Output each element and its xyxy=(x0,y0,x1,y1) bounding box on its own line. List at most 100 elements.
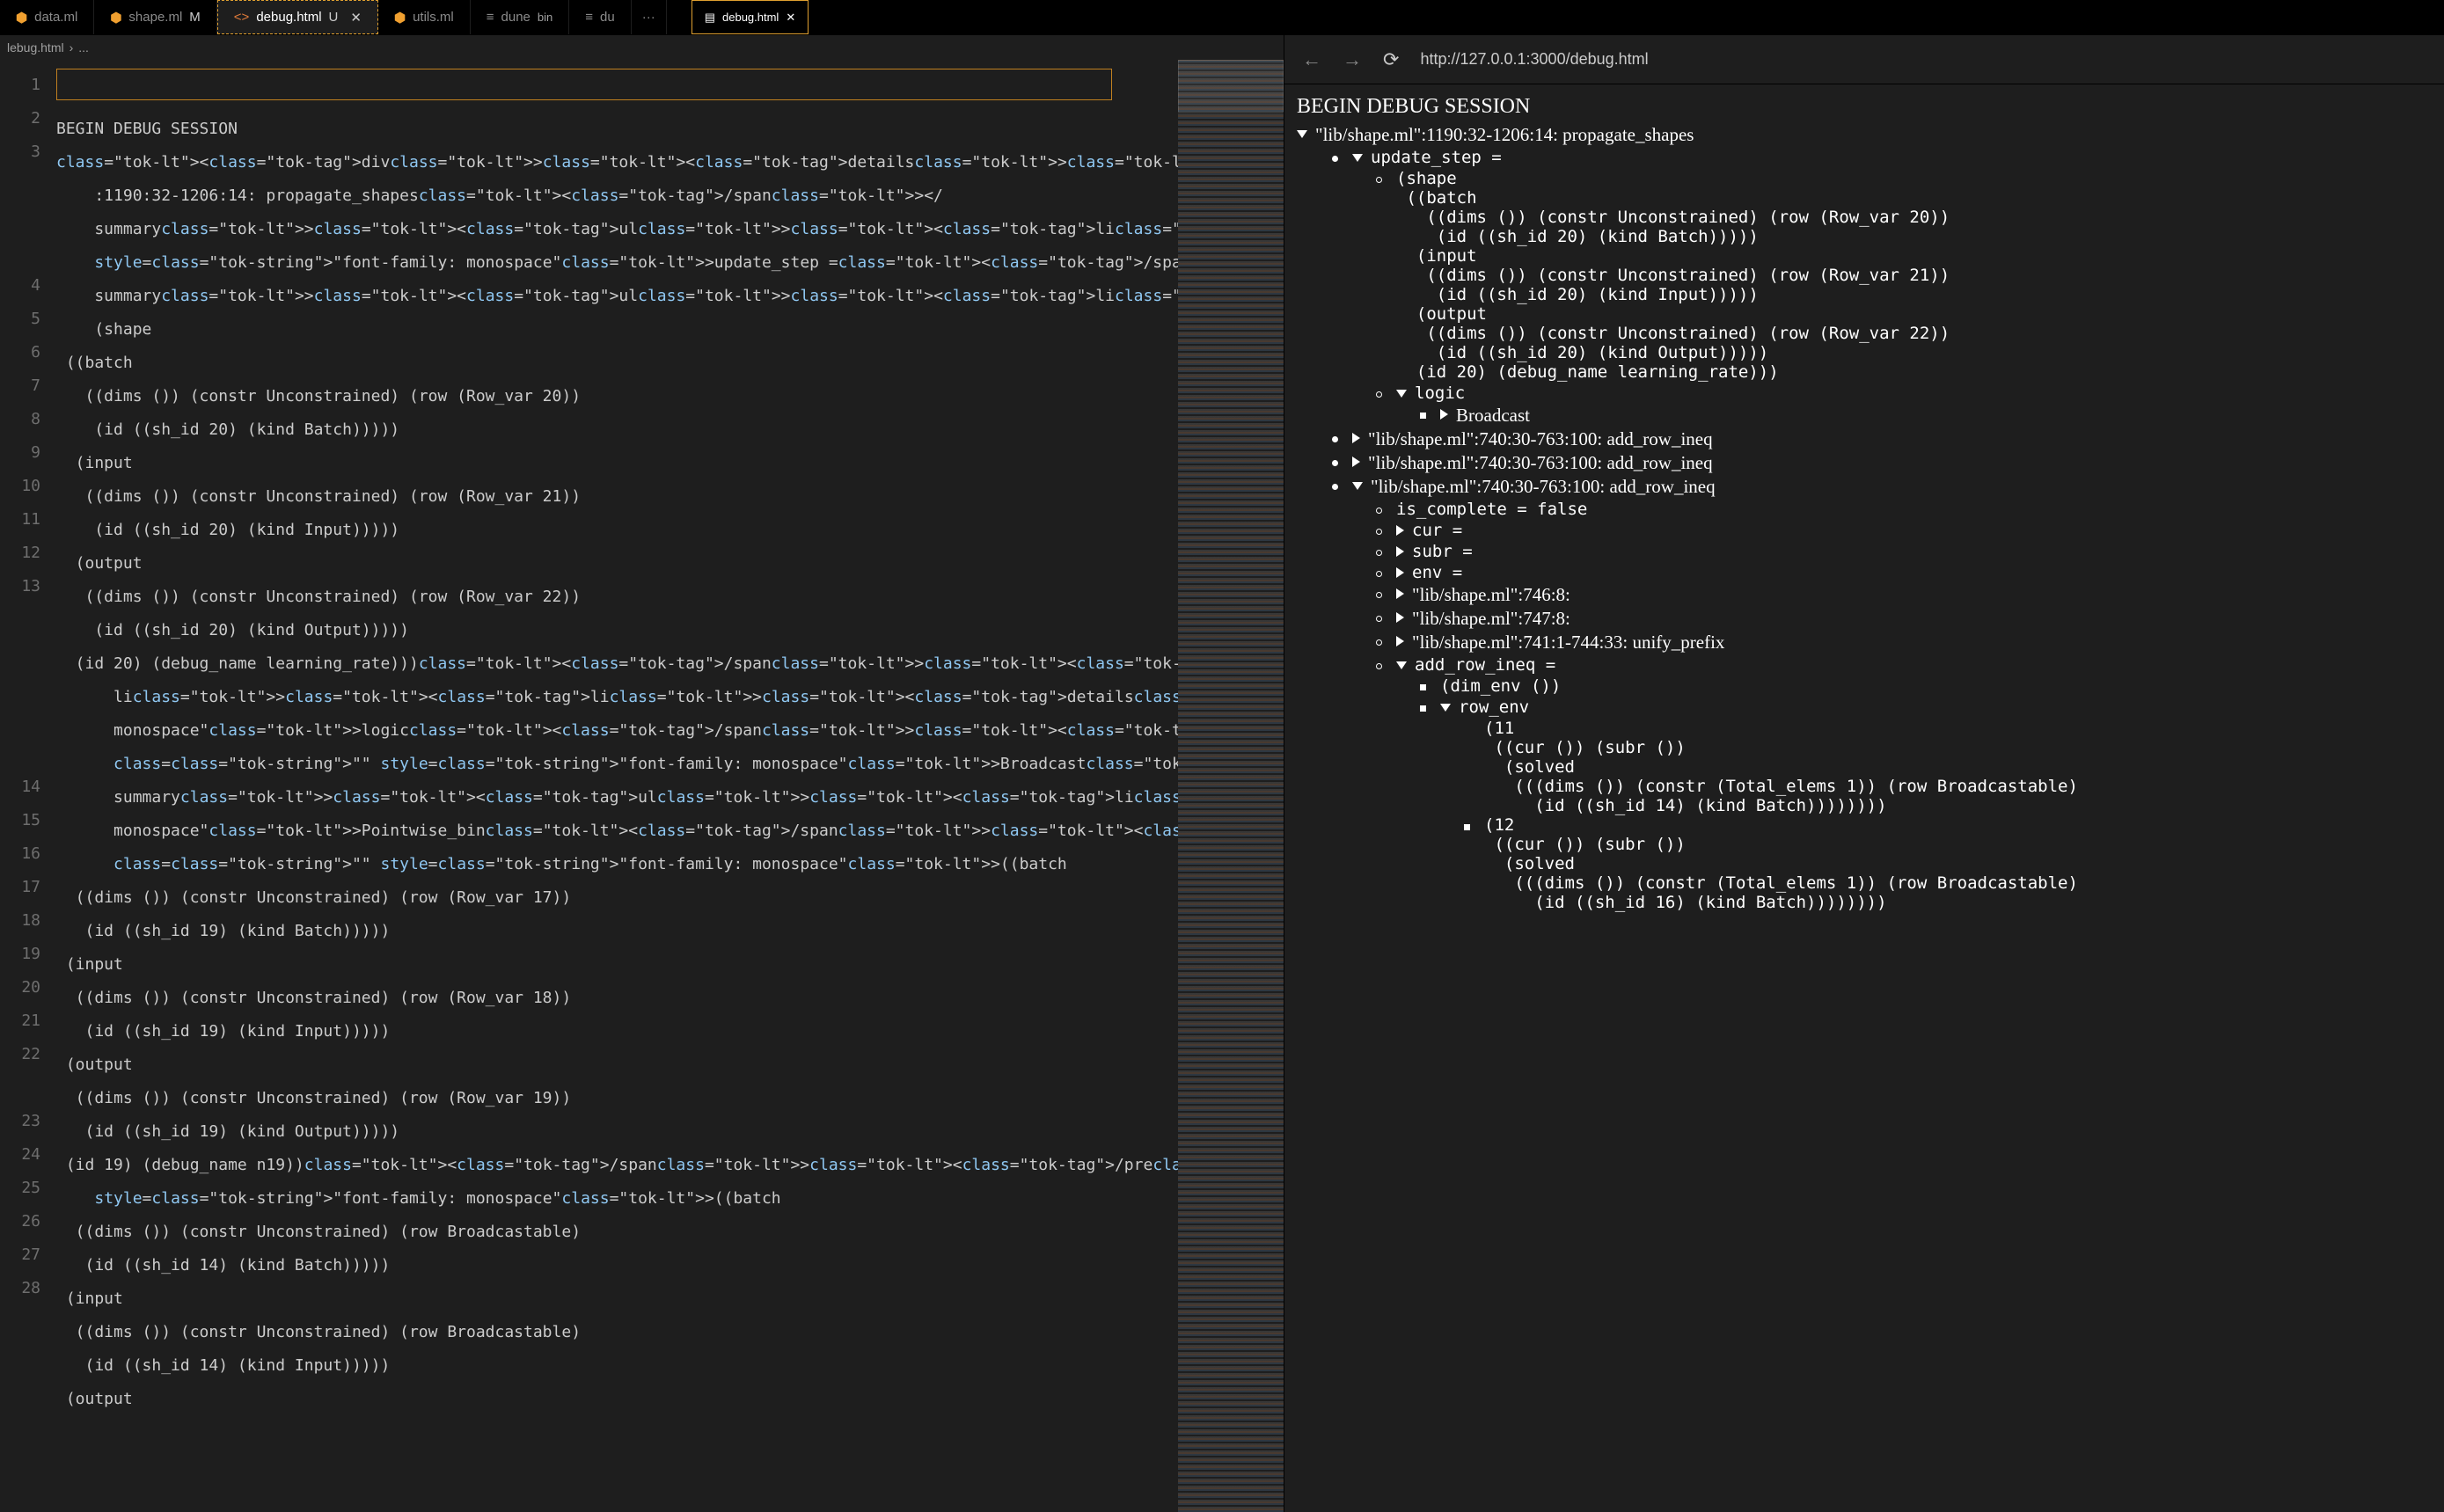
details-cur[interactable]: cur = xyxy=(1297,521,2432,540)
modified-indicator: M xyxy=(189,10,201,25)
caret-right-icon xyxy=(1396,546,1404,557)
file-icon: ≡ xyxy=(487,10,494,25)
ocaml-icon: ⬢ xyxy=(394,10,406,26)
details-add-row-ineq-3[interactable]: "lib/shape.ml":740:30-763:100: add_row_i… xyxy=(1297,476,2432,498)
breadcrumb-file: lebug.html xyxy=(7,40,64,55)
tab-dune-2[interactable]: ≡ du xyxy=(569,0,631,34)
shape-block: (shape ((batch ((dims ()) (constr Uncons… xyxy=(1297,169,2432,382)
summary-label: "lib/shape.ml":741:1-744:33: unify_prefi… xyxy=(1412,632,1724,654)
details-logic[interactable]: logic xyxy=(1297,383,2432,403)
caret-right-icon xyxy=(1352,457,1360,467)
chevron-right-icon: › xyxy=(70,40,74,55)
breadcrumb[interactable]: lebug.html › ... xyxy=(0,35,1284,60)
tab-label: utils.ml xyxy=(413,10,454,25)
caret-right-icon xyxy=(1396,525,1404,536)
details-update-step[interactable]: update_step = xyxy=(1297,148,2432,167)
details-env[interactable]: env = xyxy=(1297,563,2432,582)
tab-hint: bin xyxy=(538,11,552,24)
summary-label: "lib/shape.ml":747:8: xyxy=(1412,608,1570,630)
bullet-icon xyxy=(1420,705,1426,712)
tab-label: shape.ml xyxy=(128,10,182,25)
tab-label: data.ml xyxy=(34,10,77,25)
summary-label: update_step = xyxy=(1371,148,1502,167)
reload-button[interactable]: ⟳ xyxy=(1383,48,1399,71)
details-add-row-ineq-eq[interactable]: add_row_ineq = xyxy=(1297,655,2432,675)
tab-debug-html[interactable]: <> debug.html U ✕ xyxy=(217,0,378,34)
tab-bar: ⬢ data.ml ⬢ shape.ml M <> debug.html U ✕… xyxy=(0,0,2444,35)
close-icon[interactable]: ✕ xyxy=(786,11,795,25)
tab-dune-bin[interactable]: ≡ dune bin xyxy=(471,0,570,34)
url-field[interactable]: http://127.0.0.1:3000/debug.html xyxy=(1420,50,1648,69)
preview-toolbar: ← → ⟳ http://127.0.0.1:3000/debug.html xyxy=(1284,35,2444,84)
bullet-icon xyxy=(1376,177,1382,183)
ocaml-icon: ⬢ xyxy=(110,10,121,26)
bullet-icon xyxy=(1376,550,1382,556)
html-icon: <> xyxy=(234,10,250,25)
bullet-icon xyxy=(1332,156,1338,162)
summary-label: subr = xyxy=(1412,542,1473,561)
caret-right-icon xyxy=(1396,636,1404,646)
summary-label: row_env xyxy=(1459,698,1529,717)
line-gutter[interactable]: 123 45678910111213 141516171819202122 23… xyxy=(0,60,53,1512)
caret-down-icon xyxy=(1352,482,1363,490)
details-add-row-ineq-1[interactable]: "lib/shape.ml":740:30-763:100: add_row_i… xyxy=(1297,428,2432,450)
untracked-indicator: U xyxy=(329,10,339,25)
row-env-block: (11 ((cur ()) (subr ()) (solved (((dims … xyxy=(1297,719,2432,912)
caret-right-icon xyxy=(1396,567,1404,578)
details-ref-746[interactable]: "lib/shape.ml":746:8: xyxy=(1297,584,2432,606)
page-title: BEGIN DEBUG SESSION xyxy=(1297,95,2432,119)
preview-pane: ← → ⟳ http://127.0.0.1:3000/debug.html B… xyxy=(1284,35,2444,1512)
back-button[interactable]: ← xyxy=(1302,48,1321,71)
dim-env: (dim_env ()) xyxy=(1297,676,2432,696)
details-ref-747[interactable]: "lib/shape.ml":747:8: xyxy=(1297,608,2432,630)
summary-label: "lib/shape.ml":740:30-763:100: add_row_i… xyxy=(1368,428,1713,450)
pre-text: is_complete = false xyxy=(1396,500,1587,519)
minimap-viewport[interactable] xyxy=(1178,60,1284,113)
code-area[interactable]: BEGIN DEBUG SESSIONclass="tok-lt"><class… xyxy=(53,60,1178,1512)
tab-utils-ml[interactable]: ⬢ utils.ml xyxy=(378,0,471,34)
tab-preview-debug-html[interactable]: ▤ debug.html ✕ xyxy=(691,0,809,34)
close-icon[interactable]: ✕ xyxy=(350,10,362,26)
bullet-icon xyxy=(1464,824,1470,830)
bullet-icon xyxy=(1376,663,1382,669)
file-icon: ≡ xyxy=(585,10,593,25)
details-row-env[interactable]: row_env xyxy=(1297,698,2432,717)
caret-down-icon xyxy=(1297,130,1307,138)
pre-text: (dim_env ()) xyxy=(1440,676,1561,696)
caret-down-icon xyxy=(1396,661,1407,669)
minimap[interactable] xyxy=(1178,60,1284,1512)
minimap-content xyxy=(1178,60,1284,1512)
bullet-icon xyxy=(1376,616,1382,622)
summary-label: "lib/shape.ml":740:30-763:100: add_row_i… xyxy=(1368,452,1713,474)
details-broadcast[interactable]: Broadcast xyxy=(1297,405,2432,427)
tab-data-ml[interactable]: ⬢ data.ml xyxy=(0,0,94,34)
preview-icon: ▤ xyxy=(705,11,715,25)
details-propagate-shapes[interactable]: "lib/shape.ml":1190:32-1206:14: propagat… xyxy=(1297,124,2432,146)
summary-label: env = xyxy=(1412,563,1462,582)
caret-down-icon xyxy=(1352,154,1363,162)
summary-label: logic xyxy=(1415,383,1465,403)
details-add-row-ineq-2[interactable]: "lib/shape.ml":740:30-763:100: add_row_i… xyxy=(1297,452,2432,474)
tab-shape-ml[interactable]: ⬢ shape.ml M xyxy=(94,0,216,34)
details-unify-prefix[interactable]: "lib/shape.ml":741:1-744:33: unify_prefi… xyxy=(1297,632,2432,654)
caret-down-icon xyxy=(1440,704,1451,712)
bullet-icon xyxy=(1332,436,1338,442)
pre-text: (shape ((batch ((dims ()) (constr Uncons… xyxy=(1396,169,1950,382)
bullet-icon xyxy=(1376,391,1382,398)
bullet-icon xyxy=(1376,508,1382,514)
summary-label: "lib/shape.ml":746:8: xyxy=(1412,584,1570,606)
editor-pane: lebug.html › ... 123 45678910111213 1415… xyxy=(0,35,1284,1512)
bullet-icon xyxy=(1420,413,1426,419)
breadcrumb-rest: ... xyxy=(78,40,89,55)
bullet-icon xyxy=(1376,571,1382,577)
summary-label: cur = xyxy=(1412,521,1462,540)
bullet-icon xyxy=(1376,592,1382,598)
summary-label: "lib/shape.ml":1190:32-1206:14: propagat… xyxy=(1315,124,1694,146)
preview-body[interactable]: BEGIN DEBUG SESSION "lib/shape.ml":1190:… xyxy=(1284,84,2444,1512)
caret-right-icon xyxy=(1396,612,1404,623)
bullet-icon xyxy=(1332,460,1338,466)
caret-right-icon xyxy=(1352,433,1360,443)
tab-overflow-button[interactable]: ··· xyxy=(632,0,667,34)
forward-button[interactable]: → xyxy=(1343,48,1362,71)
details-subr[interactable]: subr = xyxy=(1297,542,2432,561)
